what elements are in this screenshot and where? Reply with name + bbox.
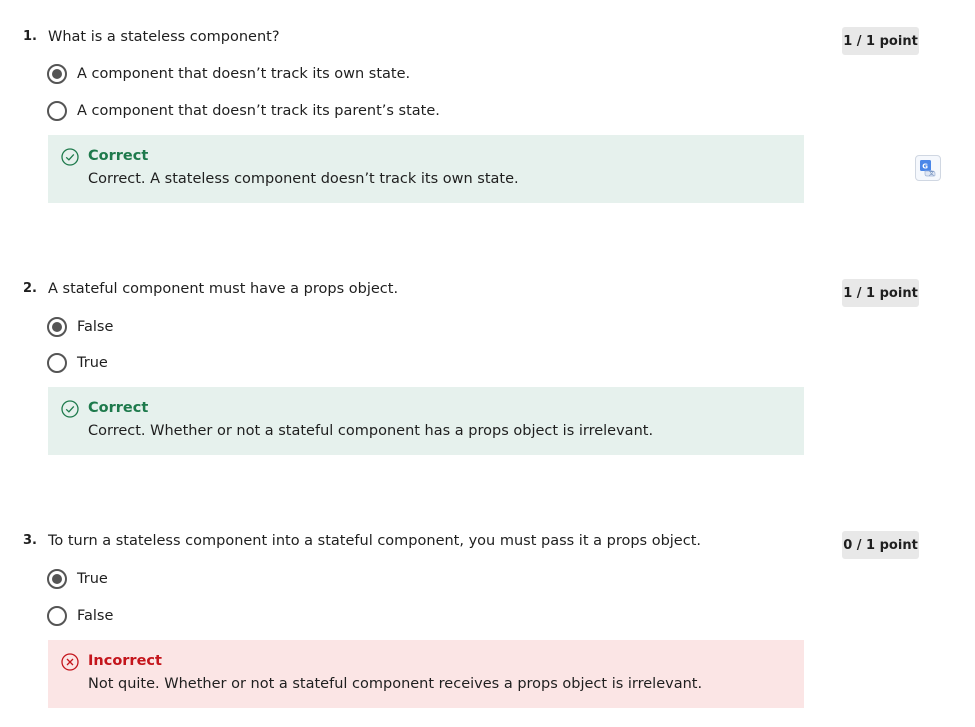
feedback-correct: Correct Correct. Whether or not a statef… [48, 387, 804, 455]
radio-button-selected[interactable] [47, 569, 67, 589]
feedback-text: Correct. A stateless component doesn’t t… [88, 171, 519, 187]
answer-option-label: False [77, 319, 114, 335]
question-3: 3. To turn a stateless component into a … [0, 514, 975, 714]
radio-button[interactable] [47, 606, 67, 626]
answer-option[interactable]: False [47, 316, 113, 338]
points-badge: 1 / 1 point [842, 279, 919, 307]
radio-button[interactable] [47, 101, 67, 121]
question-text: A stateful component must have a props o… [48, 281, 399, 297]
answer-option-label: False [77, 608, 114, 624]
feedback-title: Correct [88, 400, 149, 416]
x-circle-icon [61, 653, 79, 671]
svg-text:文: 文 [929, 170, 934, 177]
feedback-title: Incorrect [88, 653, 162, 669]
answer-option[interactable]: A component that doesn’t track its own s… [47, 63, 410, 85]
feedback-incorrect: Incorrect Not quite. Whether or not a st… [48, 640, 804, 708]
answer-option-label: True [77, 571, 108, 587]
translate-button[interactable]: G 文 [915, 155, 941, 181]
points-badge: 0 / 1 point [842, 531, 919, 559]
answer-option[interactable]: True [47, 568, 108, 590]
check-circle-icon [61, 148, 79, 166]
answer-option-label: A component that doesn’t track its own s… [77, 66, 411, 82]
question-number: 2. [23, 281, 37, 296]
radio-button[interactable] [47, 353, 67, 373]
check-circle-icon [61, 400, 79, 418]
feedback-text: Not quite. Whether or not a stateful com… [88, 676, 703, 692]
feedback-correct: Correct Correct. A stateless component d… [48, 135, 804, 203]
answer-option[interactable]: True [47, 352, 108, 374]
answer-option-label: True [77, 355, 108, 371]
answer-option-label: A component that doesn’t track its paren… [77, 103, 440, 119]
question-text: What is a stateless component? [48, 29, 280, 45]
question-2: 2. A stateful component must have a prop… [0, 262, 975, 462]
feedback-title: Correct [88, 148, 149, 164]
question-text: To turn a stateless component into a sta… [48, 533, 701, 549]
feedback-text: Correct. Whether or not a stateful compo… [88, 423, 654, 439]
radio-button-selected[interactable] [47, 64, 67, 84]
points-badge: 1 / 1 point [842, 27, 919, 55]
answer-option[interactable]: False [47, 605, 113, 627]
radio-button-selected[interactable] [47, 317, 67, 337]
answer-option[interactable]: A component that doesn’t track its paren… [47, 100, 440, 122]
google-translate-icon: G 文 [920, 160, 936, 177]
question-number: 1. [23, 29, 37, 44]
svg-text:G: G [922, 163, 928, 171]
question-number: 3. [23, 533, 37, 548]
question-1: 1. What is a stateless component? 1 / 1 … [0, 10, 975, 210]
